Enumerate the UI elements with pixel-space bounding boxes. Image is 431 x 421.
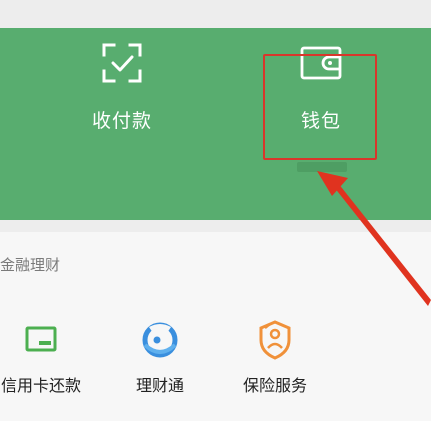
- panel-indicator: [297, 162, 347, 172]
- wechat-me-services-screen: 收付款 钱包 金融理财 信用卡还款 理财通 保险服务: [0, 0, 431, 421]
- insurance-service-label: 保险服务: [242, 376, 307, 395]
- licaitong-label: 理财通: [135, 376, 184, 395]
- credit-card-repay-icon: [19, 318, 63, 362]
- credit-card-repay-label: 信用卡还款: [0, 376, 81, 395]
- wallet-highlight-box: [263, 54, 377, 160]
- licaitong-button[interactable]: 理财通: [120, 318, 200, 396]
- scan-check-icon: [99, 40, 145, 86]
- pay-receive-button[interactable]: 收付款: [62, 40, 182, 133]
- credit-card-repay-button[interactable]: 信用卡还款: [0, 318, 82, 396]
- top-strip: [0, 0, 431, 28]
- pay-receive-label: 收付款: [91, 110, 152, 132]
- insurance-service-button[interactable]: 保险服务: [232, 318, 318, 396]
- licaitong-icon: [138, 318, 182, 362]
- finance-section-title: 金融理财: [0, 256, 61, 274]
- insurance-service-icon: [253, 318, 297, 362]
